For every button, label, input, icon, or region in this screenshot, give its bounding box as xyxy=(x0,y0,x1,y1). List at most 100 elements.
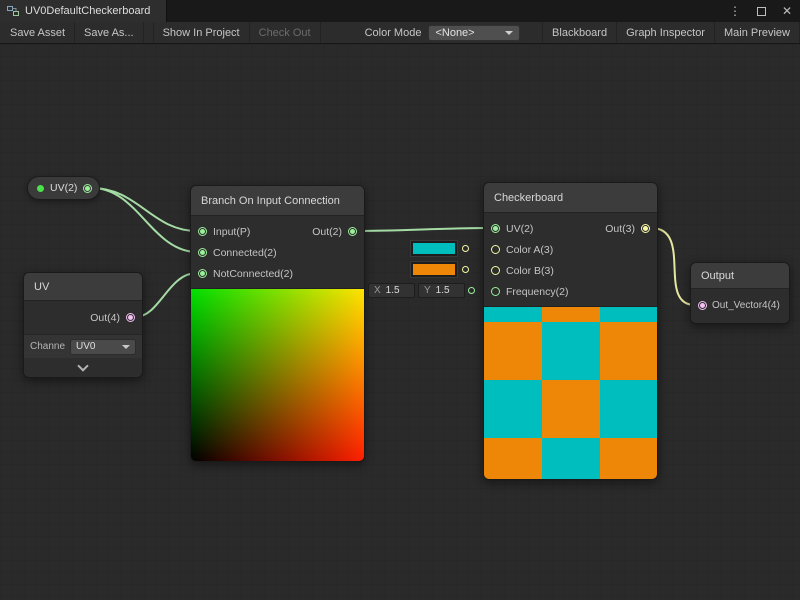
port-row: Out_Vector4(4) xyxy=(691,295,789,316)
color-a-swatch[interactable] xyxy=(411,241,457,256)
checker-cell xyxy=(542,322,600,380)
connected-port[interactable] xyxy=(198,248,207,257)
checker-cell xyxy=(600,380,657,438)
frequency-x-label: X xyxy=(374,285,381,296)
uv-node[interactable]: UV Out(4) Channe UV0 xyxy=(23,272,143,378)
tab-strip: UV0DefaultCheckerboard ⋮ ✕ xyxy=(0,0,800,22)
port-row: Out(3) xyxy=(605,218,650,239)
shader-graph-icon xyxy=(7,5,19,17)
edge-uvnode-to-notconnected[interactable] xyxy=(135,273,197,317)
branch-on-input-connection-node[interactable]: Branch On Input Connection Input(P) Conn… xyxy=(190,185,365,462)
color-b-port[interactable] xyxy=(491,266,500,275)
color-b-connector-icon xyxy=(462,266,469,273)
branch-out-port[interactable] xyxy=(348,227,357,236)
uv-out-label: Out(4) xyxy=(90,312,120,324)
checkerboard-uv-label: UV(2) xyxy=(506,223,533,235)
output-node-header[interactable]: Output xyxy=(691,263,789,289)
checkerboard-out-label: Out(3) xyxy=(605,223,635,235)
save-as-button[interactable]: Save As... xyxy=(75,22,144,43)
show-in-project-button[interactable]: Show In Project xyxy=(153,22,250,43)
port-row: NotConnected(2) xyxy=(191,263,364,284)
output-vector4-label: Out_Vector4(4) xyxy=(712,300,780,311)
uv-node-header[interactable]: UV xyxy=(24,273,142,301)
checkerboard-preview xyxy=(484,306,657,479)
port-row: Connected(2) xyxy=(191,242,364,263)
color-mode-dropdown[interactable]: <None> xyxy=(428,25,520,41)
port-row: Color B(3) xyxy=(484,260,657,281)
color-mode-value: <None> xyxy=(435,27,474,39)
uv-property-node[interactable]: UV(2) xyxy=(27,176,100,200)
connected-label: Connected(2) xyxy=(213,247,277,259)
check-out-button: Check Out xyxy=(250,22,321,43)
color-a-connector-icon xyxy=(462,245,469,252)
uv-property-output-port[interactable] xyxy=(83,184,92,193)
channel-dropdown[interactable]: UV0 xyxy=(70,339,136,355)
output-node[interactable]: Output Out_Vector4(4) xyxy=(690,262,790,324)
color-b-swatch[interactable] xyxy=(411,262,457,277)
checkerboard-node-ports: UV(2) Color A(3) Color B(3) Frequency(2)… xyxy=(484,213,657,306)
channel-label: Channe xyxy=(30,341,65,352)
tab-uv0defaultcheckerboard[interactable]: UV0DefaultCheckerboard xyxy=(0,0,167,22)
checkerboard-node[interactable]: Checkerboard UV(2) Color A(3) Color B(3)… xyxy=(483,182,658,480)
save-asset-button[interactable]: Save Asset xyxy=(1,22,75,43)
checker-cell xyxy=(542,380,600,438)
checker-cell xyxy=(542,307,600,322)
checkerboard-node-header[interactable]: Checkerboard xyxy=(484,183,657,213)
toolbar-right-group: Blackboard Graph Inspector Main Preview xyxy=(542,22,800,43)
checker-cell xyxy=(600,307,657,322)
frequency-x-value: 1.5 xyxy=(386,285,400,296)
chevron-down-icon xyxy=(122,345,130,349)
frequency-y-label: Y xyxy=(424,285,431,296)
uv-out-port[interactable] xyxy=(126,313,135,322)
checker-cell xyxy=(484,307,542,322)
checkerboard-node-title: Checkerboard xyxy=(494,192,563,204)
toolbar-spacer xyxy=(144,22,153,43)
checker-cell xyxy=(484,322,542,380)
input-p-label: Input(P) xyxy=(213,226,250,238)
frequency-connector-icon xyxy=(468,287,475,294)
color-mode-label: Color Mode xyxy=(365,27,422,39)
color-b-label: Color B(3) xyxy=(506,265,554,277)
notconnected-port[interactable] xyxy=(198,269,207,278)
frequency-y-value: 1.5 xyxy=(436,285,450,296)
chevron-down-icon xyxy=(505,31,513,35)
frequency-x-field[interactable]: X 1.5 xyxy=(368,283,415,298)
window-controls: ⋮ ✕ xyxy=(729,0,792,22)
checker-cell xyxy=(600,322,657,380)
uv-gradient-preview xyxy=(191,288,364,461)
collapse-row[interactable] xyxy=(24,358,142,377)
tab-title: UV0DefaultCheckerboard xyxy=(25,5,150,17)
frequency-y-field[interactable]: Y 1.5 xyxy=(418,283,465,298)
toolbar: Save Asset Save As... Show In Project Ch… xyxy=(0,22,800,44)
edge-uv-to-input[interactable] xyxy=(92,188,197,231)
maximize-icon[interactable] xyxy=(757,7,766,16)
edge-branch-to-checkerboard[interactable] xyxy=(356,228,488,231)
frequency-label: Frequency(2) xyxy=(506,286,568,298)
color-a-port[interactable] xyxy=(491,245,500,254)
uv-node-title: UV xyxy=(34,281,49,293)
kebab-menu-icon[interactable]: ⋮ xyxy=(729,5,741,17)
frequency-inline-control: X 1.5 Y 1.5 xyxy=(368,283,475,298)
main-preview-toggle-button[interactable]: Main Preview xyxy=(715,22,800,43)
notconnected-label: NotConnected(2) xyxy=(213,268,293,280)
checkerboard-out-port[interactable] xyxy=(641,224,650,233)
port-row: Color A(3) xyxy=(484,239,657,260)
close-icon[interactable]: ✕ xyxy=(782,5,792,17)
branch-node-ports: Input(P) Connected(2) NotConnected(2) Ou… xyxy=(191,216,364,288)
uv-node-ports: Out(4) xyxy=(24,301,142,334)
collapse-preview-chevron-icon xyxy=(77,360,88,371)
input-p-port[interactable] xyxy=(198,227,207,236)
edge-uv-to-connected[interactable] xyxy=(92,188,197,252)
checker-cell xyxy=(484,438,542,480)
blackboard-toggle-button[interactable]: Blackboard xyxy=(542,22,617,43)
checker-cell xyxy=(542,438,600,480)
property-color-dot xyxy=(37,185,44,192)
branch-out-label: Out(2) xyxy=(312,226,342,238)
graph-inspector-toggle-button[interactable]: Graph Inspector xyxy=(617,22,715,43)
branch-node-header[interactable]: Branch On Input Connection xyxy=(191,186,364,216)
graph-canvas[interactable]: UV(2) Branch On Input Connection Input(P… xyxy=(0,44,800,600)
checkerboard-uv-port[interactable] xyxy=(491,224,500,233)
output-vector4-port[interactable] xyxy=(698,301,707,310)
frequency-port[interactable] xyxy=(491,287,500,296)
checker-cell xyxy=(484,380,542,438)
